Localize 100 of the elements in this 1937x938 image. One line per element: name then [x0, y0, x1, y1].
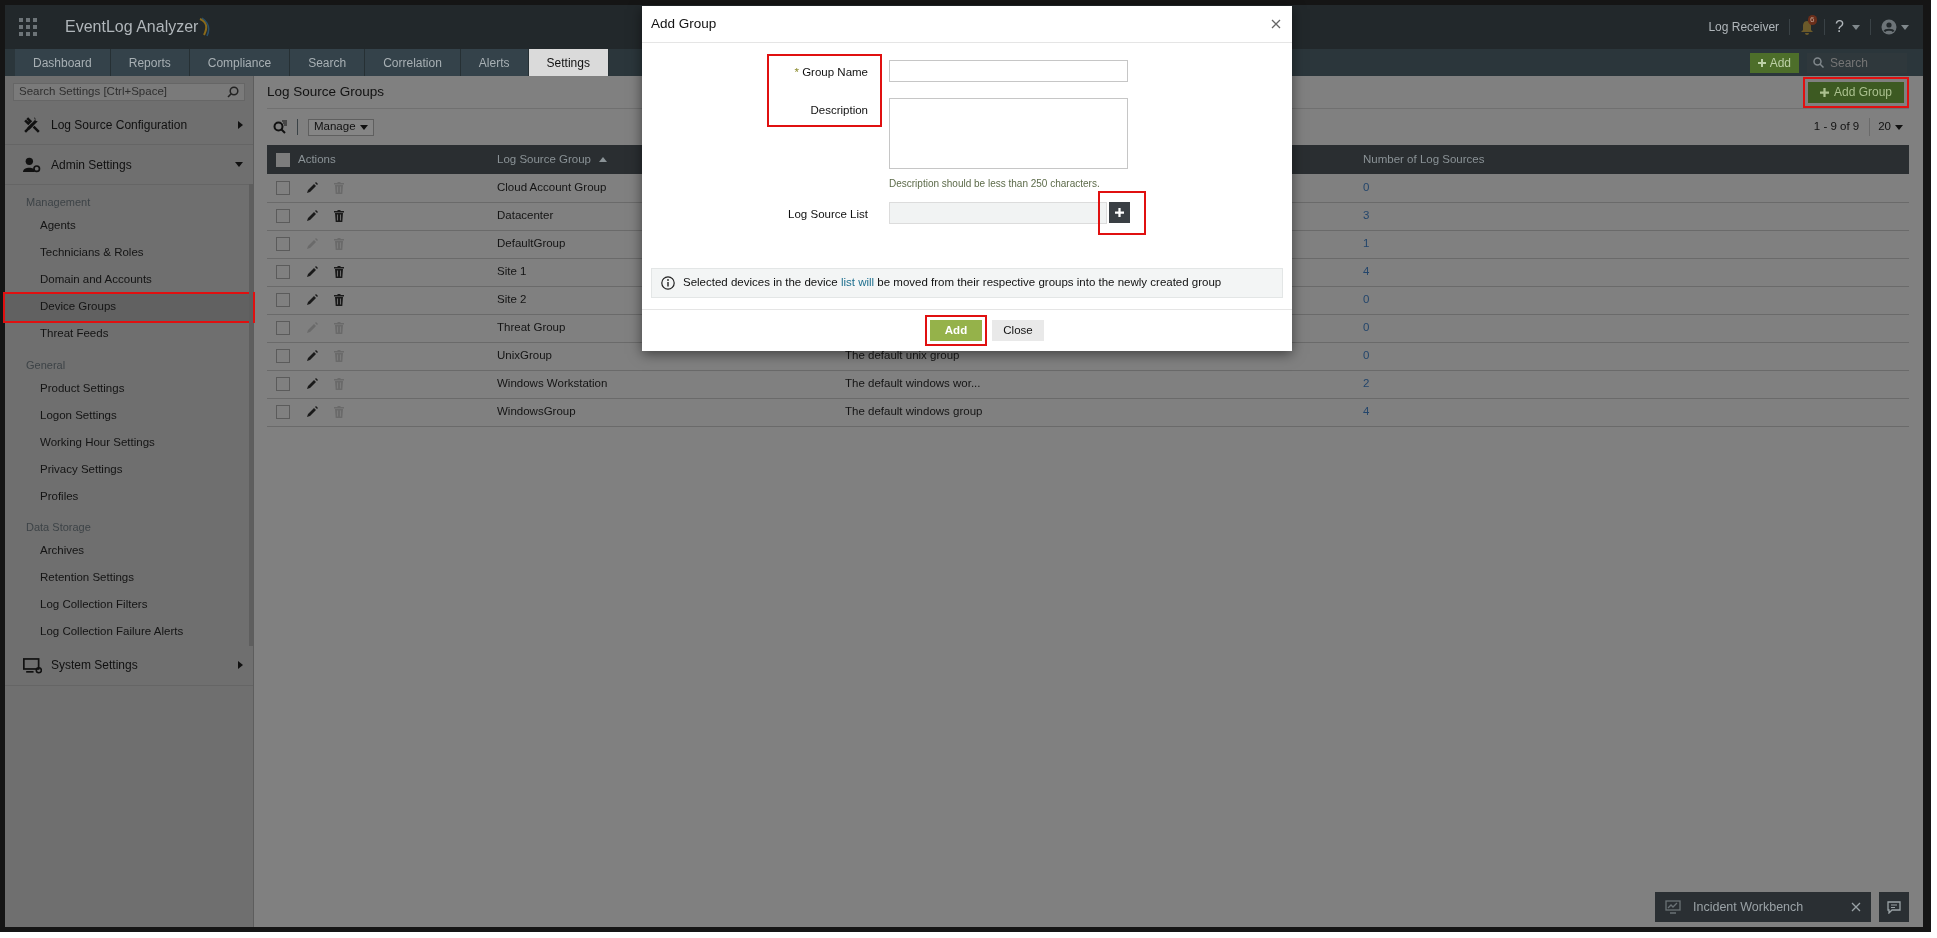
pencil-icon[interactable] [306, 210, 318, 222]
incident-workbench-bar[interactable]: Incident Workbench [1655, 892, 1871, 922]
user-menu[interactable] [1881, 19, 1909, 35]
count-link[interactable]: 4 [1363, 405, 1370, 418]
trash-icon[interactable] [334, 266, 344, 278]
search-field[interactable]: Search [1828, 52, 1898, 73]
trash-icon[interactable] [334, 294, 344, 306]
trash-icon[interactable] [334, 210, 344, 222]
caret-right-icon [238, 661, 243, 669]
count-link[interactable]: 0 [1363, 321, 1370, 334]
logo-swirl-icon [198, 17, 211, 37]
nav-tab[interactable]: Reports [110, 49, 190, 76]
row-checkbox[interactable] [276, 405, 290, 420]
info-message: Selected devices in the device list will be moved from their respective groups into the newly created group [683, 275, 1222, 291]
row-checkbox[interactable] [276, 293, 290, 308]
sidebar-item[interactable]: Profiles [5, 483, 253, 510]
count-link[interactable]: 2 [1363, 377, 1370, 390]
sidebar-item[interactable]: Logon Settings [5, 402, 253, 429]
pencil-icon[interactable] [306, 378, 318, 390]
count-link[interactable]: 1 [1363, 237, 1370, 250]
incident-workbench-label: Incident Workbench [1693, 898, 1804, 916]
sidebar-item[interactable]: Product Settings [5, 375, 253, 402]
page-title: Log Source Groups [267, 82, 385, 101]
pencil-icon[interactable] [306, 406, 318, 418]
table-cell: UnixGroup [497, 349, 552, 362]
nav-tab[interactable]: Search [290, 49, 366, 76]
table-cell: Windows Workstation [497, 377, 608, 390]
sidebar-item[interactable]: Retention Settings [5, 564, 253, 592]
count-link[interactable]: 3 [1363, 209, 1370, 222]
settings-search-field[interactable]: Search Settings [Ctrl+Space] [13, 83, 245, 101]
nav-tab[interactable]: Dashboard [15, 49, 111, 76]
field-label: Group Name [801, 66, 868, 78]
table-cell: The default windows wor... [845, 377, 981, 390]
column-header[interactable]: Actions [298, 150, 336, 169]
row-checkbox[interactable] [276, 237, 290, 252]
description-field[interactable] [889, 98, 1128, 169]
row-checkbox[interactable] [276, 321, 290, 336]
group-name-field[interactable] [889, 60, 1128, 82]
nav-tab[interactable]: Settings [528, 49, 609, 76]
row-checkbox[interactable] [276, 181, 290, 196]
sidebar-item[interactable]: Threat Feeds [5, 320, 253, 348]
sidebar-section[interactable]: System Settings [5, 645, 253, 686]
sidebar-section[interactable]: Admin Settings [5, 145, 253, 185]
table-cell: The default windows group [845, 405, 983, 418]
notification-bell[interactable]: 6 [1800, 19, 1815, 35]
sidebar-item[interactable]: Log Collection Filters [5, 591, 253, 619]
nav-tab[interactable]: Correlation [365, 49, 461, 76]
add-group-button[interactable]: Add Group [1807, 81, 1904, 103]
add-button[interactable]: Add [930, 320, 982, 341]
close-icon [1851, 902, 1861, 912]
pencil-icon[interactable] [306, 266, 318, 278]
add-button[interactable]: Add [1749, 52, 1799, 73]
search-bar[interactable]: Search [1807, 52, 1907, 73]
caret-down-icon [1852, 24, 1860, 30]
app-grid-icon[interactable] [19, 18, 37, 36]
plus-icon [1757, 58, 1766, 67]
sidebar-section[interactable]: Log Source Configuration [5, 105, 253, 145]
row-checkbox[interactable] [276, 377, 290, 392]
nav-tab[interactable]: Alerts [460, 49, 529, 76]
log-source-field[interactable] [889, 202, 1107, 224]
filter-search-icon[interactable] [273, 120, 287, 134]
page-size-dropdown[interactable]: 20 [1869, 118, 1903, 136]
manage-dropdown[interactable]: Manage [308, 118, 374, 136]
close-button[interactable] [1269, 17, 1283, 31]
select-all-checkbox[interactable] [276, 152, 290, 167]
nav-tab[interactable]: Compliance [189, 49, 291, 76]
chat-icon [1887, 900, 1901, 914]
pencil-icon[interactable] [306, 294, 318, 306]
close-button[interactable] [1851, 902, 1861, 912]
device-list-link[interactable]: list will [840, 276, 875, 289]
close-icon [1271, 19, 1281, 29]
sidebar-item[interactable]: Privacy Settings [5, 456, 253, 483]
count-link[interactable]: 0 [1363, 181, 1370, 194]
sidebar-item[interactable]: Agents [5, 212, 253, 240]
chat-button[interactable] [1879, 892, 1909, 922]
row-checkbox[interactable] [276, 209, 290, 224]
caret-down-icon [1895, 124, 1903, 130]
add-log-source-button[interactable] [1109, 202, 1130, 223]
table-cell: Datacenter [497, 209, 554, 222]
workbench-icon [1665, 900, 1681, 914]
row-checkbox[interactable] [276, 349, 290, 364]
sidebar-item[interactable]: Archives [5, 537, 253, 565]
column-header[interactable]: Number of Log Sources [1363, 150, 1485, 169]
row-checkbox[interactable] [276, 265, 290, 280]
count-link[interactable]: 4 [1363, 265, 1370, 278]
pencil-icon[interactable] [306, 181, 318, 194]
count-link[interactable]: 0 [1363, 349, 1370, 362]
help-menu[interactable]: ? [1835, 15, 1860, 39]
pencil-icon[interactable] [306, 350, 318, 362]
log-receiver-link[interactable]: Log Receiver [1708, 18, 1780, 36]
sidebar-item[interactable]: Log Collection Failure Alerts [5, 618, 253, 646]
sidebar-item[interactable]: Domain and Accounts [5, 266, 253, 294]
app-logo-text: EventLog Analyzer [65, 17, 199, 37]
sidebar-item[interactable]: Technicians & Roles [5, 239, 253, 267]
sidebar-item[interactable]: Working Hour Settings [5, 429, 253, 456]
count-link[interactable]: 0 [1363, 293, 1370, 306]
field-label: Description [809, 103, 869, 118]
caret-down-icon [359, 124, 368, 130]
close-button[interactable]: Close [992, 320, 1044, 341]
bell-icon [1800, 19, 1815, 35]
